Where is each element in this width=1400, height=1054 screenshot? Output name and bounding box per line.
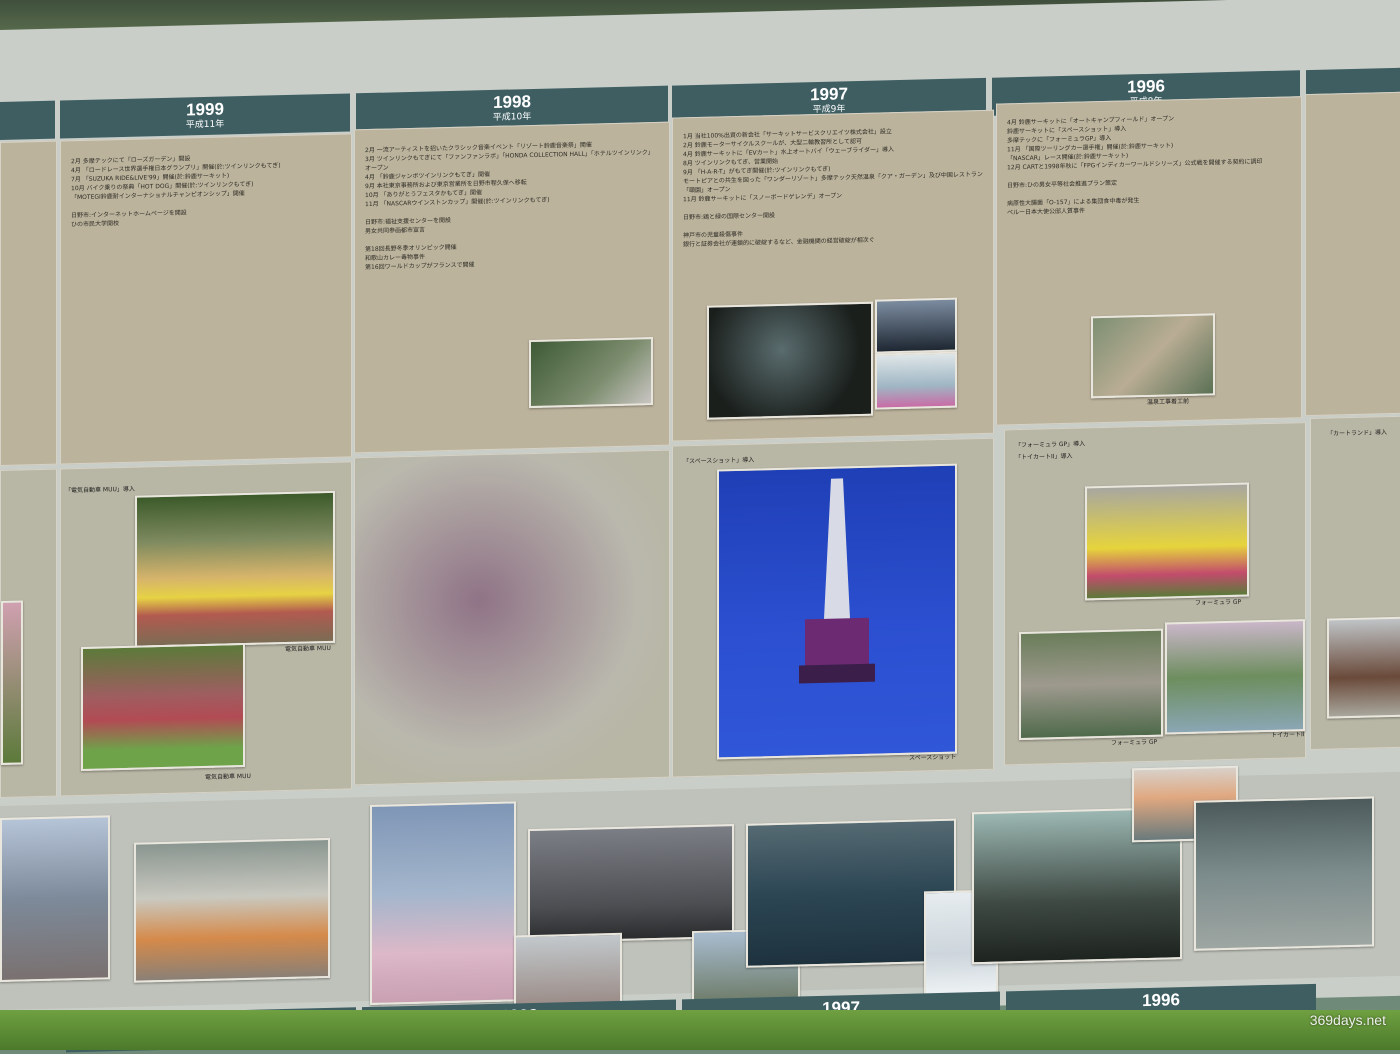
photo-kids-sign: [514, 932, 622, 1010]
caption-space-shot-intro: 「スペースショット」導入: [683, 456, 755, 466]
panel-partial-right-top: [1305, 91, 1400, 417]
space-shot-tower-graphic: [799, 478, 875, 684]
photo-pool-interior: [875, 351, 957, 410]
caption-formula-gp-2: フォーミュラ GP: [1111, 738, 1158, 747]
photo-ferris-wheel-silhouette: [528, 824, 734, 944]
photo-space-shot-faded: [355, 450, 665, 781]
panel-1999-mid: 「電気自動車 MUU」導入 電気自動車 MUU 電気自動車 MUU: [60, 461, 352, 797]
history-board: 1999 平成11年 1998 平成10年 1997 平成9年 1996 平成8…: [0, 0, 1400, 1053]
photo-formula-gp-track: [1019, 628, 1163, 741]
panel-1997-top: 1月 当社100%出資の新会社「サーキットサービスクリエイツ株式会社」設立 2月…: [672, 109, 994, 442]
timeline-1998: 2月 一流アーティストを招いたクラシック音楽イベント「リゾート鈴鹿音楽祭」開催 …: [365, 141, 654, 272]
photo-hot-spring-night: [707, 301, 873, 420]
grass: [0, 1010, 1400, 1050]
panel-partial-right-mid: 「カートランド」導入: [1310, 415, 1400, 750]
photo-skating-rink: [1194, 796, 1374, 951]
photo-ferris-wheel-blossoms: [370, 801, 516, 1005]
watermark: 369days.net: [1309, 1012, 1386, 1028]
photo-space-shot: [717, 463, 957, 760]
panel-1998-mid: [354, 449, 670, 786]
caption-formula-intro: 「フォーミュラ GP」導入: [1015, 440, 1086, 450]
photo-toy-kart: [1165, 619, 1305, 735]
caption-toy-kart-intro: 「トイカートII」導入: [1015, 452, 1073, 462]
timeline-1997: 1月 当社100%出資の新会社「サーキットサービスクリエイツ株式会社」設立 2月…: [683, 128, 983, 249]
caption-space-shot: スペースショット: [909, 753, 957, 762]
panel-1996-mid: 「フォーミュラ GP」導入 「トイカートII」導入 フォーミュラ GP フォーミ…: [1004, 422, 1306, 766]
caption-toy-kart: トイカートII: [1271, 731, 1305, 739]
caption-cart-land: 「カートランド」導入: [1327, 429, 1388, 438]
photo-building-aerial: [529, 337, 653, 409]
photo-formula-gp-kart: [1085, 482, 1249, 601]
photo-construction-aerial: [1091, 313, 1215, 399]
photo-electric-car-muu-1: [135, 490, 335, 648]
photo-electric-car-muu-2: [81, 643, 245, 772]
panel-1998-top: 2月 一流アーティストを招いたクラシック音楽イベント「リゾート鈴鹿音楽祭」開催 …: [354, 121, 670, 454]
photo-food-stall: [134, 837, 330, 983]
panel-partial-left-top: [0, 140, 57, 467]
caption-onsen: 温泉工事着工前: [1147, 397, 1190, 406]
photo-ride-partial: [1327, 616, 1400, 719]
caption-muu-intro: 「電気自動車 MUU」導入: [65, 485, 135, 495]
panel-1999-top: 2月 多摩テックにて「ローズガーデン」開設 4月 「ロードレース世界選手権日本グ…: [60, 133, 352, 465]
timeline-1996: 4月 鈴鹿サーキットに「オートキャンプフィールド」オープン 鈴鹿サーキットに「ス…: [1007, 115, 1263, 217]
photo-partial-left: [1, 600, 23, 765]
year-header-1999: 1999 平成11年: [60, 93, 350, 139]
caption-formula-gp-1: フォーミュラ GP: [1195, 598, 1242, 607]
year-header-partial-left: [0, 100, 55, 140]
timeline-1999: 2月 多摩テックにて「ローズガーデン」開設 4月 「ロードレース世界選手権日本グ…: [71, 155, 281, 229]
photo-visitor-ferris: [0, 815, 110, 982]
caption-muu-1: 電気自動車 MUU: [285, 644, 331, 654]
panel-1996-top: 4月 鈴鹿サーキットに「オートキャンプフィールド」オープン 鈴鹿サーキットに「ス…: [996, 96, 1302, 426]
panel-partial-left-mid: [0, 468, 57, 798]
caption-muu-2: 電気自動車 MUU: [205, 772, 251, 781]
photo-city-view: [875, 297, 957, 354]
panel-1997-mid: 「スペースショット」導入 スペースショット: [672, 437, 994, 778]
